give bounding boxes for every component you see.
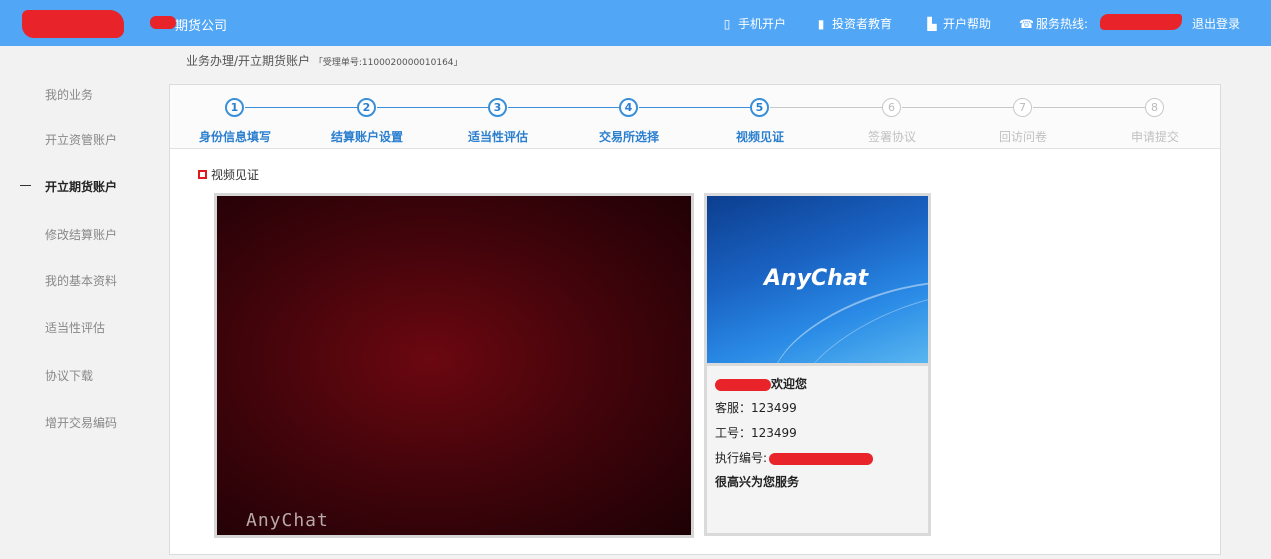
step-connector bbox=[1033, 107, 1145, 108]
step-connector bbox=[245, 107, 357, 108]
nav-mobile-open-label: 手机开户 bbox=[738, 17, 787, 31]
welcome-text: 欢迎您 bbox=[771, 377, 808, 391]
step-6-circle: 6 bbox=[882, 98, 901, 117]
sidebar-item-open-futures-account[interactable]: 开立期货账户 bbox=[45, 178, 117, 195]
breadcrumb: 业务办理/开立期货账户 「受理单号:1100020000010164」 bbox=[186, 52, 463, 69]
step-7-circle: 7 bbox=[1013, 98, 1032, 117]
section-title: 视频见证 bbox=[198, 166, 259, 183]
step-1-label: 身份信息填写 bbox=[198, 130, 272, 144]
sidebar: 我的业务 开立资管账户 开立期货账户 修改结算账户 我的基本资料 适当性评估 协… bbox=[0, 46, 168, 559]
section-marker-icon bbox=[198, 170, 207, 179]
step-progress: 1 2 3 4 5 6 7 8 身份信息填写 结算账户设置 适当性评估 交易所选… bbox=[170, 85, 1220, 149]
step-connector bbox=[508, 107, 620, 108]
welcome-line: 欢迎您 bbox=[715, 375, 807, 392]
exec-no-label: 执行编号: bbox=[715, 451, 768, 465]
step-5-circle: 5 bbox=[750, 98, 769, 117]
exec-no-redacted bbox=[769, 452, 874, 465]
step-connector bbox=[377, 107, 489, 108]
nav-open-help[interactable]: ▙ 开户帮助 bbox=[926, 15, 991, 32]
step-6-label: 签署协议 bbox=[867, 130, 917, 144]
investor-education-icon: ▮ bbox=[817, 16, 825, 31]
step-3-circle: 3 bbox=[488, 98, 507, 117]
section-title-text: 视频见证 bbox=[211, 168, 260, 182]
sidebar-item-add-trading-code[interactable]: 增开交易编码 bbox=[45, 414, 117, 431]
company-name-redacted bbox=[150, 16, 176, 29]
nav-open-help-label: 开户帮助 bbox=[943, 17, 992, 31]
step-8-circle: 8 bbox=[1145, 98, 1164, 117]
logo-redacted bbox=[22, 10, 124, 38]
step-5-label: 视频见证 bbox=[735, 130, 785, 144]
service-line: 客服：123499 bbox=[715, 401, 797, 415]
phone-icon: ☎ bbox=[1019, 16, 1034, 31]
nav-hotline: ☎ 服务热线: bbox=[1019, 15, 1088, 32]
nav-mobile-open[interactable]: ▯ 手机开户 bbox=[721, 15, 786, 32]
mobile-icon: ▯ bbox=[723, 16, 731, 31]
step-2-circle: 2 bbox=[357, 98, 376, 117]
video-watermark: AnyChat bbox=[246, 510, 329, 531]
sidebar-item-my-business[interactable]: 我的业务 bbox=[45, 86, 93, 103]
active-indicator bbox=[20, 185, 31, 186]
sidebar-item-suitability[interactable]: 适当性评估 bbox=[45, 319, 105, 336]
nav-investor-education-label: 投资者教育 bbox=[832, 17, 893, 31]
step-1-circle: 1 bbox=[225, 98, 244, 117]
sidebar-item-agreement-download[interactable]: 协议下载 bbox=[45, 367, 93, 384]
sidebar-item-basic-info[interactable]: 我的基本资料 bbox=[45, 272, 117, 289]
receipt-number: 「受理单号:1100020000010164」 bbox=[313, 58, 463, 68]
nav-hotline-label: 服务热线: bbox=[1036, 17, 1089, 31]
greeting-line: 很高兴为您服务 bbox=[715, 475, 800, 489]
agent-name-redacted bbox=[715, 378, 771, 391]
nav-investor-education[interactable]: ▮ 投资者教育 bbox=[815, 15, 892, 32]
logout-link[interactable]: 退出登录 bbox=[1192, 15, 1240, 32]
step-4-circle: 4 bbox=[619, 98, 638, 117]
agent-video-panel: AnyChat 欢迎您 客服：123499 工号：123499 执行编号: 很高… bbox=[704, 193, 931, 536]
step-connector bbox=[902, 107, 1014, 108]
step-7-label: 回访问卷 bbox=[998, 130, 1048, 144]
step-connector bbox=[639, 107, 751, 108]
step-connector bbox=[770, 107, 882, 108]
top-bar: 期货公司 ▯ 手机开户 ▮ 投资者教育 ▙ 开户帮助 ☎ 服务热线: 退出登录 bbox=[0, 0, 1271, 46]
exec-no-line: 执行编号: bbox=[715, 449, 874, 466]
sidebar-item-open-asset-account[interactable]: 开立资管账户 bbox=[45, 131, 117, 148]
staff-no-line: 工号：123499 bbox=[715, 426, 797, 440]
breadcrumb-path: 业务办理/开立期货账户 bbox=[186, 54, 311, 68]
company-name: 期货公司 bbox=[175, 19, 228, 34]
step-2-label: 结算账户设置 bbox=[330, 130, 404, 144]
main-panel: 1 2 3 4 5 6 7 8 身份信息填写 结算账户设置 适当性评估 交易所选… bbox=[169, 84, 1221, 555]
step-3-label: 适当性评估 bbox=[467, 130, 529, 144]
agent-video-view: AnyChat bbox=[707, 196, 928, 366]
help-book-icon: ▙ bbox=[927, 16, 937, 31]
sidebar-item-modify-settlement[interactable]: 修改结算账户 bbox=[45, 226, 117, 243]
hotline-number-redacted bbox=[1100, 14, 1182, 30]
step-8-label: 申请提交 bbox=[1130, 130, 1180, 144]
anychat-logo: AnyChat bbox=[764, 266, 869, 291]
customer-video-view: AnyChat bbox=[214, 193, 694, 538]
step-4-label: 交易所选择 bbox=[598, 130, 660, 144]
